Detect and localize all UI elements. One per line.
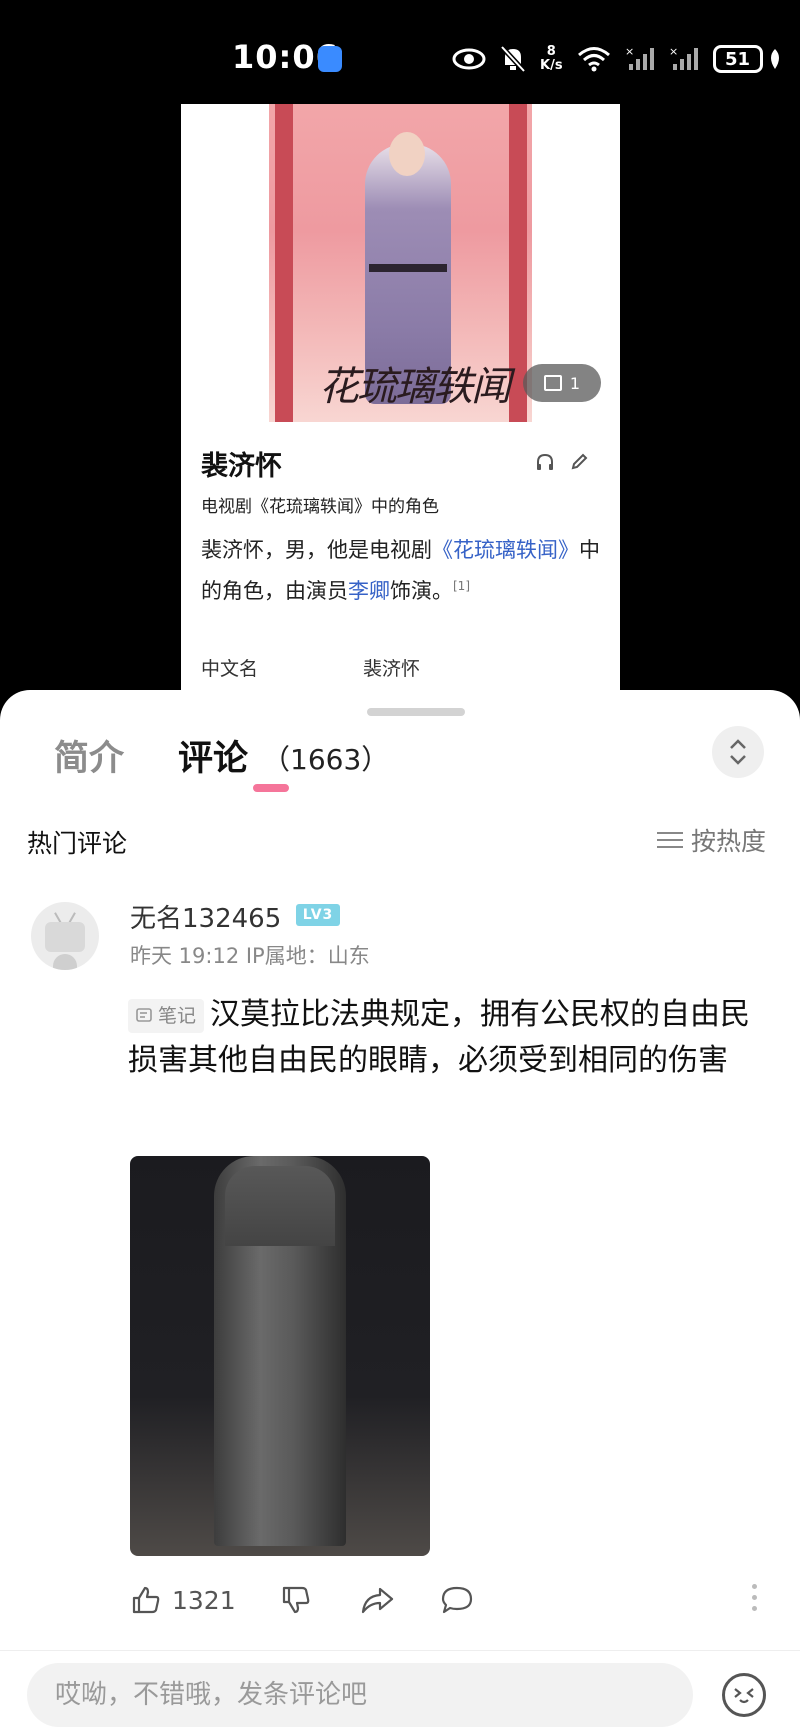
status-icons: 8 K/s × × 51 <box>452 42 783 76</box>
entry-subtitle: 电视剧《花琉璃轶闻》中的角色 <box>201 497 439 517</box>
share-button[interactable] <box>360 1584 394 1616</box>
description-text: 饰演。 <box>390 579 453 603</box>
thumbs-down-icon <box>282 1586 310 1614</box>
sort-label: 按热度 <box>691 827 767 856</box>
comment-actions: 1321 <box>130 1580 770 1624</box>
note-icon <box>136 1008 152 1022</box>
svg-text:×: × <box>669 46 678 58</box>
photo-pillar <box>275 104 293 422</box>
encyclopedia-card: 花琉璃轶闻 1 裴济怀 电视剧《花琉璃轶闻》中的角色 裴济怀，男，他是电视剧《花… <box>181 104 620 704</box>
note-tag-label: 笔记 <box>158 1005 197 1027</box>
info-row-label: 中文名 <box>201 658 259 680</box>
comments-sheet: 简介 评论 （1663） 热门评论 按热度 无名132465 LV3 昨天 19… <box>0 690 800 1733</box>
wifi-icon <box>577 47 610 72</box>
photo-caption: 花琉璃轶闻 <box>319 364 511 410</box>
description-text: 裴济怀，男，他是电视剧 <box>201 538 432 562</box>
level-badge: LV3 <box>296 904 340 926</box>
entry-description: 裴济怀，男，他是电视剧《花琉璃轶闻》中的角色，由演员李卿饰演。[1] <box>201 532 601 609</box>
net-speed-unit: K/s <box>540 58 563 73</box>
entry-actions <box>535 452 589 472</box>
note-tag[interactable]: 笔记 <box>128 999 205 1033</box>
comment-image[interactable] <box>130 1156 430 1556</box>
sort-button[interactable]: 按热度 <box>657 822 766 858</box>
more-icon[interactable] <box>752 1584 757 1611</box>
character-photo[interactable]: 花琉璃轶闻 <box>269 104 532 422</box>
eye-icon <box>452 48 486 70</box>
expand-collapse-button[interactable] <box>712 726 764 778</box>
like-count: 1321 <box>172 1585 236 1615</box>
svg-text:×: × <box>625 46 634 58</box>
like-button[interactable]: 1321 <box>130 1584 236 1616</box>
entry-title: 裴济怀 <box>201 451 282 482</box>
hot-comments-heading: 热门评论 <box>27 829 128 858</box>
gallery-icon <box>543 375 562 391</box>
avatar-body <box>53 954 77 970</box>
avatar[interactable] <box>31 902 99 970</box>
drama-link[interactable]: 《花琉璃轶闻》 <box>432 538 579 562</box>
tab-comments[interactable]: 评论 <box>178 730 248 781</box>
signal-icon: × <box>625 46 654 70</box>
info-row-value: 裴济怀 <box>363 658 421 680</box>
shield-icon <box>318 46 342 72</box>
comment-input-bar <box>0 1650 800 1733</box>
active-tab-indicator <box>253 784 289 792</box>
dislike-button[interactable] <box>280 1584 312 1616</box>
share-icon <box>361 1587 394 1614</box>
status-bar: 10:06 8 K/s × × 51 <box>0 0 800 110</box>
info-row: 中文名 裴济怀 <box>201 654 420 681</box>
bell-off-icon <box>500 45 526 73</box>
image-count-badge[interactable]: 1 <box>523 364 601 402</box>
net-speed-value: 8 <box>546 44 556 59</box>
footnote-ref[interactable]: [1] <box>453 579 470 593</box>
avatar-tv-icon <box>45 922 85 952</box>
thumbs-up-icon <box>132 1586 160 1614</box>
reply-button[interactable] <box>440 1584 474 1616</box>
comments-count: （1663） <box>262 743 390 776</box>
emoji-face-icon <box>734 1688 754 1704</box>
comment-text: 汉莫拉比法典规定，拥有公民权的自由民损害其他自由民的眼睛，必须受到相同的伤害 <box>128 997 751 1078</box>
chevron-up-down-icon <box>730 739 746 765</box>
signal-icon: × <box>669 46 698 70</box>
battery-level: 51 <box>712 45 763 73</box>
leaf-icon <box>770 49 779 69</box>
headphones-icon[interactable] <box>535 452 555 472</box>
image-count: 1 <box>569 373 581 393</box>
edit-icon[interactable] <box>569 452 589 472</box>
emoji-icon[interactable] <box>722 1673 766 1717</box>
chat-bubble-icon <box>441 1586 473 1614</box>
comment-username[interactable]: 无名132465 <box>130 898 281 935</box>
stele-relief <box>225 1166 335 1246</box>
net-speed: 8 K/s <box>540 45 563 73</box>
battery-icon: 51 <box>712 45 783 73</box>
photo-figure-head <box>389 132 425 176</box>
sheet-drag-handle[interactable] <box>367 708 465 716</box>
comment-body: 笔记 汉莫拉比法典规定，拥有公民权的自由民损害其他自由民的眼睛，必须受到相同的伤害 <box>128 992 778 1084</box>
sort-icon <box>657 832 683 848</box>
photo-figure-belt <box>369 264 447 272</box>
tab-intro[interactable]: 简介 <box>54 730 124 781</box>
actor-link[interactable]: 李卿 <box>348 579 390 603</box>
comment-input[interactable] <box>27 1663 693 1727</box>
comment-meta: 昨天 19:12 IP属地：山东 <box>130 944 370 968</box>
